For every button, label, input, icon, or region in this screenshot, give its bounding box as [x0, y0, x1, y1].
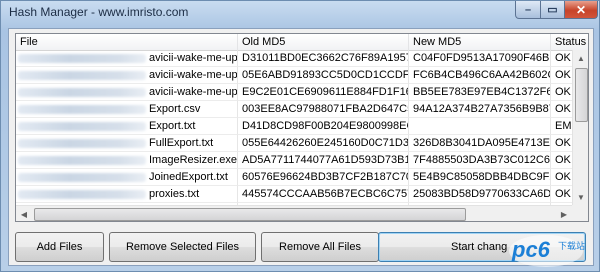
- minimize-button[interactable]: –: [515, 1, 541, 19]
- table-header: File Old MD5 New MD5 Status: [16, 34, 588, 51]
- cell-new-md5[interactable]: 326D8B3041DA095E4713E2F4D2916180: [409, 135, 551, 152]
- redacted-path: [18, 54, 146, 63]
- window-title: Hash Manager - www.imristo.com: [9, 5, 189, 19]
- file-name: ImageResizer.exe: [149, 154, 238, 166]
- cell-status[interactable]: OK: [551, 84, 572, 101]
- minimize-icon: –: [524, 3, 532, 16]
- maximize-button[interactable]: ▭: [540, 1, 565, 19]
- vertical-scroll-thumb[interactable]: [575, 68, 588, 122]
- cell-old-md5[interactable]: AD5A7711744077A61D593D73B1FEAF97: [238, 152, 409, 169]
- cell-status[interactable]: OK: [551, 169, 572, 186]
- app-window: Hash Manager - www.imristo.com – ▭ ✕ Fil…: [0, 0, 600, 272]
- table-row[interactable]: Export.txt D41D8CD98F00B204E9800998ECF842…: [16, 118, 572, 135]
- scroll-down-icon[interactable]: ▼: [573, 189, 588, 205]
- cell-file[interactable]: avicii-wake-me-up.mp3 -: [16, 50, 238, 67]
- cell-file[interactable]: Export.csv: [16, 101, 238, 118]
- cell-new-md5[interactable]: 5E4B9C85058DBB4DBC9F24BB30EC0E66: [409, 169, 551, 186]
- table-row[interactable]: avicii-wake-me-up.mp3 -D31011BD0EC3662C7…: [16, 50, 572, 67]
- cell-old-md5[interactable]: E9C2E01CE6909611E884FD1F1648BC79: [238, 84, 409, 101]
- file-name: Export.csv: [149, 103, 201, 115]
- file-name: FullExport.txt: [149, 137, 214, 149]
- redacted-path: [18, 173, 146, 182]
- table-row[interactable]: FullExport.txt 055E64426260E245160D0C71D3…: [16, 135, 572, 152]
- scroll-right-icon[interactable]: ▶: [556, 206, 572, 221]
- cell-file[interactable]: FullExport.txt: [16, 135, 238, 152]
- redacted-path: [18, 71, 146, 80]
- cell-file[interactable]: proxies.txt: [16, 186, 238, 203]
- file-name: proxies.txt: [149, 188, 200, 200]
- vertical-scrollbar[interactable]: ▲ ▼: [572, 50, 588, 205]
- watermark-logo: pc6 下载站: [506, 227, 586, 269]
- watermark-graphic: pc6 下载站: [509, 235, 585, 267]
- scrollbar-corner: [572, 205, 588, 221]
- title-bar[interactable]: Hash Manager - www.imristo.com – ▭ ✕: [1, 1, 599, 23]
- cell-status[interactable]: OK: [551, 186, 572, 203]
- column-header-file[interactable]: File: [16, 34, 238, 50]
- redacted-path: [18, 139, 146, 148]
- table-row[interactable]: avicii-wake-me-up.mp3E9C2E01CE6909611E88…: [16, 84, 572, 101]
- redacted-path: [18, 156, 146, 165]
- cell-new-md5[interactable]: BB5EE783E97EB4C1372F6FE786E69A16: [409, 84, 551, 101]
- add-files-button[interactable]: Add Files: [15, 232, 104, 262]
- file-name: avicii-wake-me-up.mp3: [149, 86, 238, 98]
- cell-new-md5[interactable]: C04F0FD9513A17090F46BF0BEA963F73: [409, 50, 551, 67]
- scroll-up-icon[interactable]: ▲: [573, 50, 588, 66]
- file-name: avicii-wake-me-up.mp3 -: [149, 52, 238, 64]
- cell-new-md5[interactable]: [409, 118, 551, 135]
- column-header-new-md5[interactable]: New MD5: [409, 34, 551, 50]
- close-button[interactable]: ✕: [564, 1, 598, 19]
- cell-old-md5[interactable]: 055E64426260E245160D0C71D3B13A1B: [238, 135, 409, 152]
- cell-status[interactable]: OK: [551, 152, 572, 169]
- table-row[interactable]: ImageResizer.exe AD5A7711744077A61D593D73…: [16, 152, 572, 169]
- cell-status[interactable]: OK: [551, 135, 572, 152]
- file-name: avicii-wake-me-up.mp3 -: [149, 69, 238, 81]
- cell-status[interactable]: OK: [551, 50, 572, 67]
- table-row[interactable]: Export.csv 003EE8AC97988071FBA2D647C575C6…: [16, 101, 572, 118]
- redacted-path: [18, 122, 146, 131]
- watermark-number: pc6: [511, 237, 551, 262]
- remove-all-files-button[interactable]: Remove All Files: [261, 232, 379, 262]
- column-header-status[interactable]: Status: [551, 34, 588, 50]
- watermark-subtitle: 下载站: [558, 240, 585, 252]
- redacted-path: [18, 105, 146, 114]
- cell-old-md5[interactable]: 60576E96624BD3B7CF2B187C706EE673: [238, 169, 409, 186]
- cell-file[interactable]: Export.txt: [16, 118, 238, 135]
- close-icon: ✕: [575, 2, 587, 17]
- redacted-path: [18, 190, 146, 199]
- remove-selected-files-button[interactable]: Remove Selected Files: [109, 232, 256, 262]
- table-row[interactable]: avicii-wake-me-up.mp3 -05E6ABD91893CC5D0…: [16, 67, 572, 84]
- file-name: JoinedExport.txt: [149, 171, 228, 183]
- cell-file[interactable]: avicii-wake-me-up.mp3 -: [16, 67, 238, 84]
- cell-old-md5[interactable]: 05E6ABD91893CC5D0CD1CCDF7CCDF730: [238, 67, 409, 84]
- horizontal-scrollbar[interactable]: ◀ ▶: [16, 205, 572, 221]
- redacted-path: [18, 88, 146, 97]
- table-row[interactable]: proxies.txt 445574CCCAAB56B7ECBC6C7579F44…: [16, 186, 572, 203]
- cell-file[interactable]: ImageResizer.exe: [16, 152, 238, 169]
- cell-status[interactable]: OK: [551, 101, 572, 118]
- cell-status[interactable]: OK: [551, 67, 572, 84]
- hash-table: File Old MD5 New MD5 Status avicii-wake-…: [15, 33, 589, 222]
- column-header-old-md5[interactable]: Old MD5: [238, 34, 409, 50]
- cell-status[interactable]: EMPTY: [551, 118, 572, 135]
- cell-old-md5[interactable]: 003EE8AC97988071FBA2D647C575C6CF: [238, 101, 409, 118]
- horizontal-scroll-thumb[interactable]: [34, 208, 466, 221]
- scroll-left-icon[interactable]: ◀: [16, 206, 32, 221]
- file-name: Export.txt: [149, 120, 196, 132]
- cell-new-md5[interactable]: 25083BD58D9770633CA6D5A72F26C7C5: [409, 186, 551, 203]
- cell-old-md5[interactable]: D41D8CD98F00B204E9800998ECF8427E: [238, 118, 409, 135]
- cell-new-md5[interactable]: 94A12A374B27A7356B9B877E294C1CAB7: [409, 101, 551, 118]
- cell-old-md5[interactable]: 445574CCCAAB56B7ECBC6C7579F446FF: [238, 186, 409, 203]
- cell-new-md5[interactable]: FC6B4CB496C6AA42B602C49B91A19F66: [409, 67, 551, 84]
- table-row[interactable]: JoinedExport.txt 60576E96624BD3B7CF2B187C…: [16, 169, 572, 186]
- maximize-icon: ▭: [547, 4, 558, 16]
- cell-old-md5[interactable]: D31011BD0EC3662C76F89A195701C7E1: [238, 50, 409, 67]
- cell-file[interactable]: avicii-wake-me-up.mp3: [16, 84, 238, 101]
- cell-new-md5[interactable]: 7F4885503DA3B73C012C64052AF2CFC8: [409, 152, 551, 169]
- cell-file[interactable]: JoinedExport.txt: [16, 169, 238, 186]
